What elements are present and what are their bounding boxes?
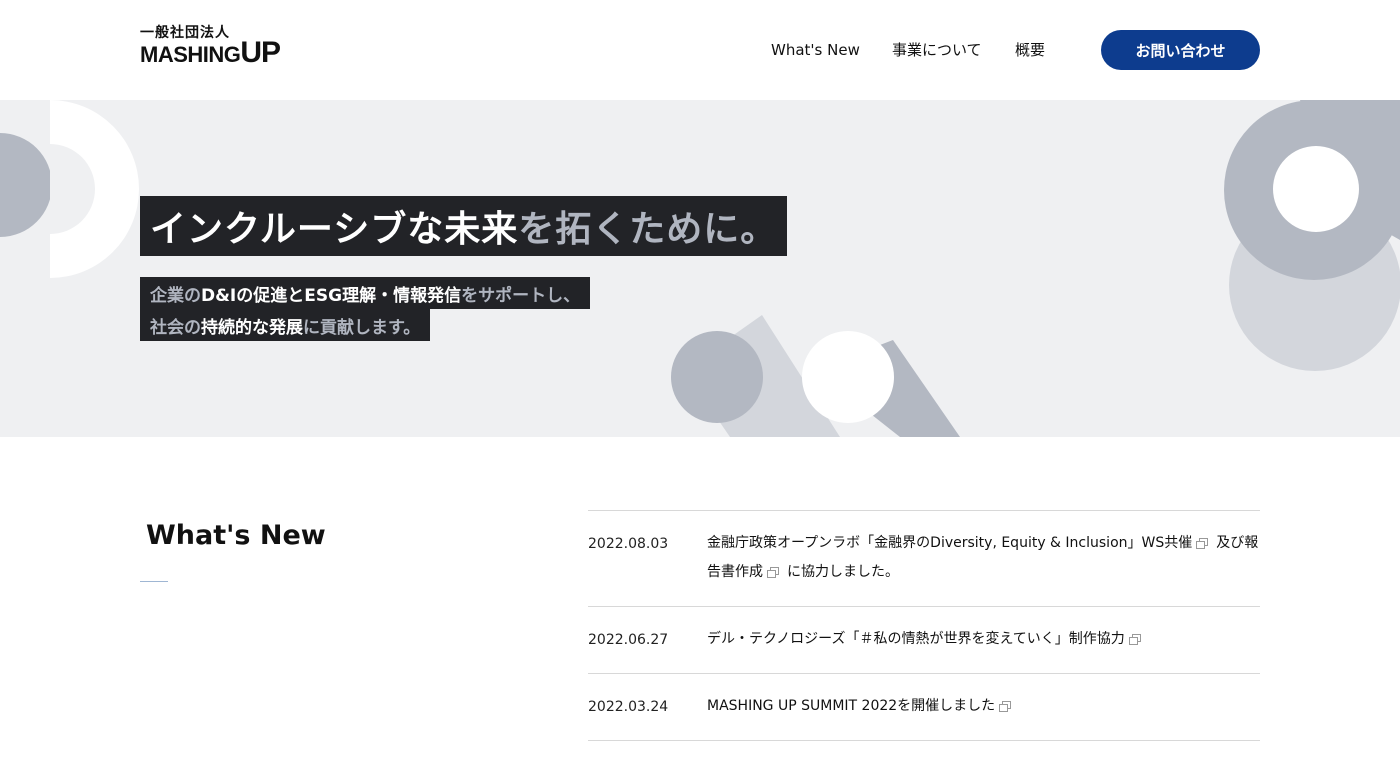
circle-gray bbox=[671, 331, 763, 423]
hero-subline-1: 企業の D&Iの促進と ESG理解・情報発信 をサポートし、 bbox=[140, 277, 591, 309]
news-title-part-a[interactable]: 金融庁政策オープンラボ「金融界のDiversity, Equity & Incl… bbox=[707, 535, 1192, 551]
site-logo[interactable]: 一般社団法人 MASHINGUP bbox=[140, 22, 281, 73]
nav-whats-new[interactable]: What's New bbox=[771, 38, 860, 62]
hero-headline-strong: インクルーシブな未来 bbox=[150, 209, 519, 250]
news-title[interactable]: 金融庁政策オープンラボ「金融界のDiversity, Equity & Incl… bbox=[707, 529, 1260, 587]
left-gray-disc bbox=[0, 133, 52, 237]
news-title[interactable]: MASHING UP SUMMIT 2022を開催しました bbox=[707, 692, 1260, 721]
sub2-part-2: 持続的な発展 bbox=[201, 317, 303, 338]
external-link-icon bbox=[1128, 633, 1141, 645]
hero-headline-rest: を拓くために。 bbox=[518, 209, 778, 250]
circle-white bbox=[802, 331, 894, 423]
news-title-part-a[interactable]: デル・テクノロジーズ「＃私の情熱が世界を変えていく」制作協力 bbox=[707, 631, 1125, 647]
sub1-part-3: ESG理解・情報発信 bbox=[304, 285, 462, 306]
news-list: 2022.08.03 金融庁政策オープンラボ「金融界のDiversity, Eq… bbox=[588, 510, 1260, 741]
news-heading: What's New bbox=[146, 520, 326, 551]
sub1-part-1: 企業の bbox=[150, 285, 201, 306]
sub1-part-2: D&Iの促進と bbox=[201, 285, 305, 306]
news-date: 2022.03.24 bbox=[588, 699, 669, 715]
sub2-part-1: 社会の bbox=[150, 317, 201, 338]
contact-button[interactable]: お問い合わせ bbox=[1101, 30, 1260, 70]
news-date: 2022.06.27 bbox=[588, 632, 669, 648]
logo-wordmark: MASHINGUP bbox=[140, 36, 281, 73]
news-item[interactable]: 2022.08.03 金融庁政策オープンラボ「金融界のDiversity, Eq… bbox=[588, 511, 1260, 607]
hero-section: インクルーシブな未来 を拓くために。 企業の D&Iの促進と ESG理解・情報発信 をサ… bbox=[0, 100, 1400, 437]
news-title[interactable]: デル・テクノロジーズ「＃私の情熱が世界を変えていく」制作協力 bbox=[707, 625, 1260, 654]
nav-overview[interactable]: 概要 bbox=[1015, 38, 1045, 62]
news-item[interactable]: 2022.03.24 MASHING UP SUMMIT 2022を開催しました bbox=[588, 674, 1260, 741]
sub1-part-4: をサポートし、 bbox=[461, 285, 581, 306]
site-header: 一般社団法人 MASHINGUP What's New 事業について 概要 お問… bbox=[0, 0, 1400, 100]
external-link-icon bbox=[1196, 537, 1209, 549]
external-link-icon bbox=[767, 566, 779, 578]
right-ring-inner bbox=[1273, 146, 1359, 232]
news-title-part-c: に協力しました。 bbox=[787, 564, 899, 580]
hero-headline: インクルーシブな未来 を拓くために。 bbox=[140, 196, 788, 256]
hero-subline-2: 社会の 持続的な発展 に貢献します。 bbox=[140, 309, 431, 341]
news-date: 2022.08.03 bbox=[588, 536, 669, 552]
sub2-part-3: に貢献します。 bbox=[303, 317, 421, 338]
logo-wordmark-main: MASHING bbox=[140, 42, 241, 67]
news-heading-rule bbox=[140, 581, 168, 582]
logo-wordmark-up: UP bbox=[240, 36, 281, 69]
nav-business[interactable]: 事業について bbox=[892, 38, 982, 62]
hero-decorative-shapes bbox=[0, 100, 1400, 437]
external-link-icon bbox=[999, 700, 1012, 712]
news-item[interactable]: 2022.06.27 デル・テクノロジーズ「＃私の情熱が世界を変えていく」制作協… bbox=[588, 607, 1260, 674]
news-title-part-a[interactable]: MASHING UP SUMMIT 2022を開催しました bbox=[707, 698, 995, 714]
